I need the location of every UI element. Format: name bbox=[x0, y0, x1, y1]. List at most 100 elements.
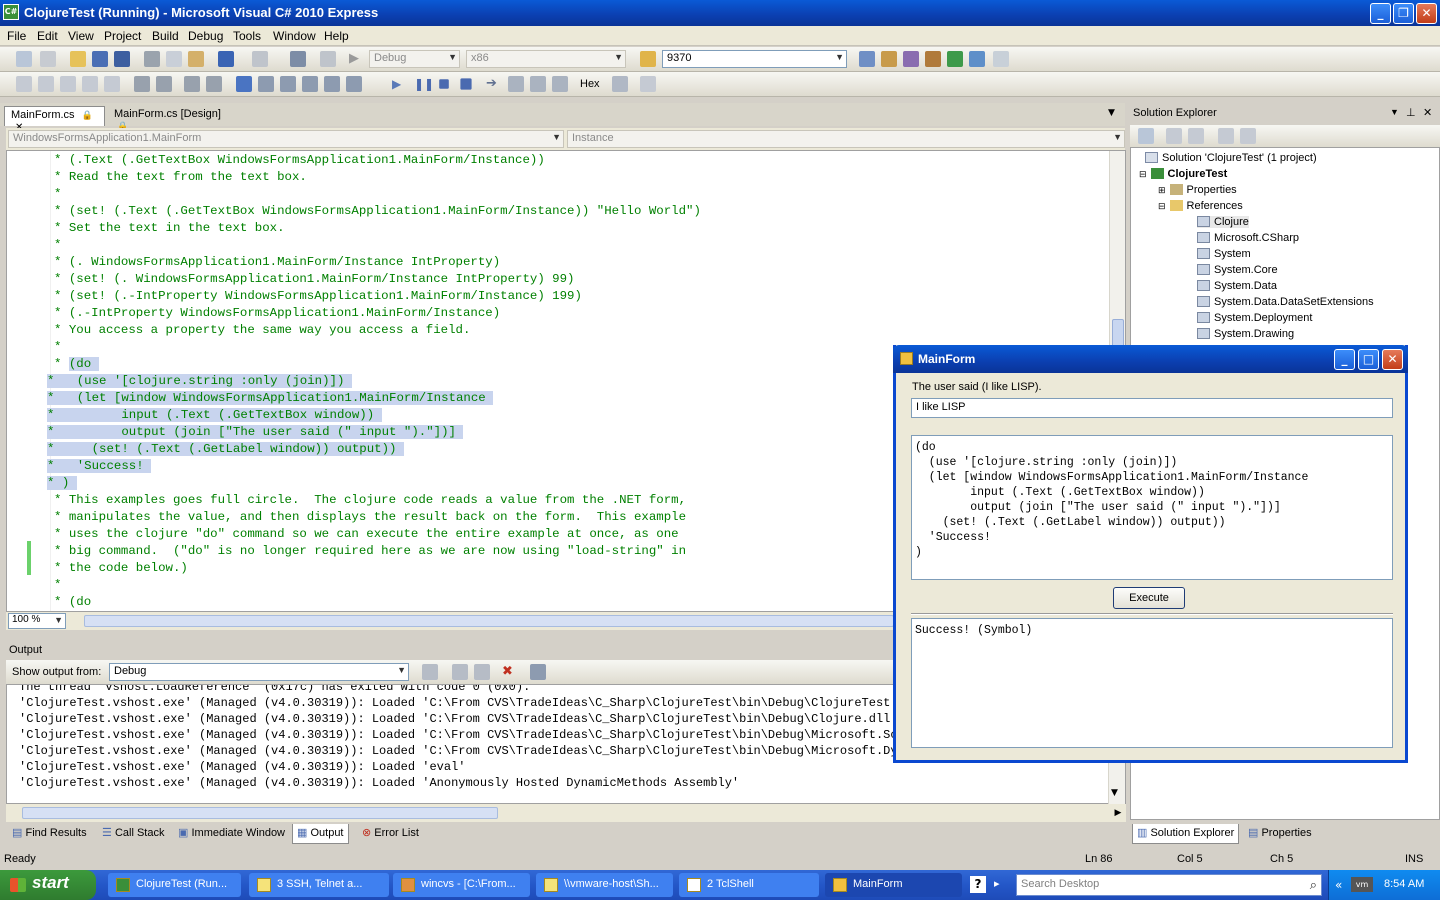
redo-icon[interactable] bbox=[252, 51, 268, 67]
start-debugging-icon[interactable]: ▶ bbox=[349, 51, 365, 67]
continue-icon[interactable]: ▶ bbox=[392, 76, 408, 92]
stop-debugging-icon[interactable] bbox=[439, 79, 449, 89]
increase-indent-icon[interactable] bbox=[156, 76, 172, 92]
tab-error-list[interactable]: ⊗ Error List bbox=[358, 824, 423, 844]
tree-solution[interactable]: Solution 'ClojureTest' (1 project) bbox=[1145, 152, 1317, 164]
collapse-icon[interactable]: ⊟ bbox=[1158, 201, 1166, 211]
menu-project[interactable]: Project bbox=[104, 29, 141, 43]
add-item-icon[interactable] bbox=[40, 51, 56, 67]
form-close-button[interactable]: ✕ bbox=[1382, 349, 1403, 370]
tree-reference[interactable]: Clojure bbox=[1197, 216, 1249, 228]
tab-output[interactable]: ▦ Output bbox=[292, 824, 349, 844]
task-clojuretest[interactable]: ClojureTest (Run... bbox=[108, 873, 241, 897]
refresh-icon[interactable] bbox=[1188, 128, 1204, 144]
tab-find-results[interactable]: ▤ Find Results bbox=[8, 824, 91, 844]
tree-reference[interactable]: System.Core bbox=[1197, 264, 1278, 276]
execute-button[interactable]: Execute bbox=[1113, 587, 1185, 609]
copy-icon[interactable] bbox=[166, 51, 182, 67]
step-into-icon[interactable] bbox=[508, 76, 524, 92]
decrease-indent-icon[interactable] bbox=[134, 76, 150, 92]
properties-window-icon[interactable] bbox=[903, 51, 919, 67]
splitter[interactable] bbox=[911, 613, 1393, 615]
output-horizontal-scrollbar[interactable] bbox=[22, 807, 498, 819]
prev-message-icon[interactable] bbox=[452, 664, 468, 680]
tree-reference[interactable]: Microsoft.CSharp bbox=[1197, 232, 1299, 244]
collapse-icon[interactable]: ⊟ bbox=[1139, 169, 1147, 179]
form-minimize-button[interactable]: _ bbox=[1334, 349, 1355, 370]
menu-help[interactable]: Help bbox=[324, 29, 349, 43]
text-editor-icon-5[interactable] bbox=[104, 76, 120, 92]
task-tclshell[interactable]: 2 TclShell bbox=[679, 873, 819, 897]
find-in-files-icon[interactable] bbox=[640, 51, 656, 67]
tree-project[interactable]: ⊟ ClojureTest bbox=[1139, 168, 1227, 180]
hex-button[interactable]: Hex bbox=[580, 78, 600, 90]
navigate-forward-icon[interactable] bbox=[320, 51, 336, 67]
view-designer-icon[interactable] bbox=[1240, 128, 1256, 144]
tree-reference[interactable]: System.Drawing bbox=[1197, 328, 1294, 340]
clear-all-icon[interactable]: ✖ bbox=[502, 664, 518, 680]
member-dropdown[interactable]: Instance ▼ bbox=[567, 130, 1125, 148]
collapse-tray-icon[interactable]: « bbox=[1335, 878, 1342, 892]
navigate-backward-icon[interactable] bbox=[290, 51, 306, 67]
text-editor-icon-3[interactable] bbox=[60, 76, 76, 92]
task-vmware-host[interactable]: \\vmware-host\Sh... bbox=[536, 873, 673, 897]
close-button[interactable]: ✕ bbox=[1416, 3, 1437, 24]
properties-icon[interactable] bbox=[1138, 128, 1154, 144]
toolbox-icon[interactable] bbox=[925, 51, 941, 67]
breakpoints-window-icon[interactable] bbox=[640, 76, 656, 92]
next-bookmark-icon[interactable] bbox=[280, 76, 296, 92]
menu-edit[interactable]: Edit bbox=[37, 29, 58, 43]
task-mainform[interactable]: MainForm bbox=[825, 873, 962, 897]
tab-mainform-design[interactable]: MainForm.cs [Design] 🔒 bbox=[108, 106, 238, 131]
save-all-icon[interactable] bbox=[114, 51, 130, 67]
extension-manager-icon[interactable] bbox=[993, 51, 1009, 67]
result-textbox[interactable]: Success! (Symbol) bbox=[911, 618, 1393, 748]
tab-call-stack[interactable]: ☰ Call Stack bbox=[98, 824, 168, 844]
zoom-combo[interactable]: 100 % ▼ bbox=[8, 613, 66, 629]
menu-tools[interactable]: Tools bbox=[233, 29, 261, 43]
start-page-icon[interactable] bbox=[947, 51, 963, 67]
menu-build[interactable]: Build bbox=[152, 29, 179, 43]
restore-button[interactable]: ❐ bbox=[1393, 3, 1414, 24]
tab-solution-explorer[interactable]: ▥ Solution Explorer bbox=[1132, 824, 1240, 844]
clear-bookmarks-icon[interactable] bbox=[346, 76, 362, 92]
tab-properties[interactable]: ▤ Properties bbox=[1244, 824, 1316, 844]
user-text-input[interactable]: I like LISP bbox=[911, 398, 1393, 418]
next-bookmark-folder-icon[interactable] bbox=[324, 76, 340, 92]
find-message-icon[interactable] bbox=[422, 664, 438, 680]
break-all-icon[interactable]: ❚❚ bbox=[414, 76, 434, 92]
class-dropdown[interactable]: WindowsFormsApplication1.MainForm ▼ bbox=[8, 130, 564, 148]
tab-mainform-cs[interactable]: MainForm.cs 🔒 ✕ bbox=[4, 106, 105, 133]
save-icon[interactable] bbox=[92, 51, 108, 67]
tree-reference[interactable]: System.Deployment bbox=[1197, 312, 1312, 324]
menu-file[interactable]: File bbox=[7, 29, 26, 43]
output-source-combo[interactable]: Debug ▼ bbox=[109, 663, 409, 681]
open-file-icon[interactable] bbox=[70, 51, 86, 67]
new-project-icon[interactable] bbox=[16, 51, 32, 67]
show-all-files-icon[interactable] bbox=[1166, 128, 1182, 144]
comment-icon[interactable] bbox=[184, 76, 200, 92]
menu-debug[interactable]: Debug bbox=[188, 29, 223, 43]
menu-view[interactable]: View bbox=[68, 29, 94, 43]
task-wincvs[interactable]: wincvs - [C:\From... bbox=[393, 873, 530, 897]
vmware-tray-icon[interactable]: vm bbox=[1351, 877, 1373, 892]
tree-properties[interactable]: ⊞ Properties bbox=[1158, 184, 1237, 196]
solution-explorer-icon[interactable] bbox=[881, 51, 897, 67]
clojure-code-textbox[interactable]: (do (use '[clojure.string :only (join)])… bbox=[911, 435, 1393, 580]
scroll-down-icon[interactable]: ▼ bbox=[1111, 788, 1118, 798]
tree-references[interactable]: ⊟ References bbox=[1158, 200, 1243, 212]
text-editor-icon-1[interactable] bbox=[16, 76, 32, 92]
restart-icon[interactable] bbox=[460, 78, 472, 90]
prev-bookmark-icon[interactable] bbox=[258, 76, 274, 92]
paste-icon[interactable] bbox=[188, 51, 204, 67]
bookmark-icon[interactable] bbox=[236, 76, 252, 92]
uncomment-icon[interactable] bbox=[206, 76, 222, 92]
dropdown-chevron-down-icon[interactable]: ▼ bbox=[1390, 107, 1399, 117]
menu-window[interactable]: Window bbox=[273, 29, 316, 43]
start-button[interactable]: start bbox=[0, 870, 96, 900]
cut-icon[interactable] bbox=[144, 51, 160, 67]
step-over-icon[interactable] bbox=[530, 76, 546, 92]
tree-reference[interactable]: System.Data bbox=[1197, 280, 1277, 292]
help-icon[interactable]: ? bbox=[970, 876, 986, 893]
tab-list-chevron-down-icon[interactable]: ▼ bbox=[1108, 108, 1115, 118]
